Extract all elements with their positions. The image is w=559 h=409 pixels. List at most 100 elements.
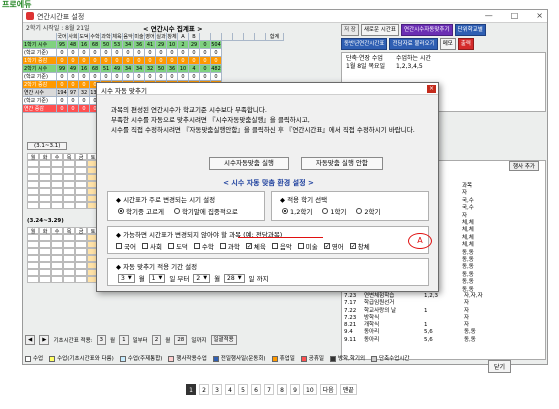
timetable-cell[interactable]	[63, 181, 75, 188]
timetable-cell[interactable]	[51, 269, 63, 276]
timetable-cell[interactable]	[51, 276, 63, 283]
radio-dot[interactable]	[282, 208, 288, 214]
subject-checkbox-item[interactable]: ✓ 체육	[245, 241, 266, 251]
timetable-cell[interactable]	[39, 160, 51, 167]
timetable-cell[interactable]	[51, 174, 63, 181]
page-next-button[interactable]: 다음	[319, 384, 337, 395]
timetable-cell[interactable]	[27, 174, 39, 181]
subject-checkbox-item[interactable]: 미술	[297, 241, 318, 251]
subject-checkbox-item[interactable]: 음악	[271, 241, 292, 251]
timetable-cell[interactable]	[51, 188, 63, 195]
page-2[interactable]: 2	[199, 384, 209, 395]
timetable-cell[interactable]	[51, 195, 63, 202]
timetable-cell[interactable]	[75, 181, 87, 188]
checkbox[interactable]	[297, 243, 304, 249]
from-week-select[interactable]: 1	[119, 335, 129, 345]
to-month-select[interactable]: 2	[151, 335, 162, 345]
page-3[interactable]: 3	[212, 384, 222, 395]
annual-auto-button[interactable]: 연간시수자동맞추기	[400, 24, 453, 36]
subject-checkbox-item[interactable]: 수학	[193, 241, 214, 251]
timetable-cell[interactable]	[39, 202, 51, 209]
timetable-cell[interactable]	[63, 202, 75, 209]
minimize-button[interactable]: —	[485, 11, 493, 20]
to-day-select[interactable]: 28	[174, 335, 188, 345]
page-last-button[interactable]: 맨끝	[339, 384, 357, 395]
radio-dot[interactable]	[118, 208, 124, 214]
close-button[interactable]: 닫기	[488, 360, 512, 373]
event-row[interactable]: 7.17 학급임원선거 자	[342, 300, 545, 307]
timetable-cell[interactable]	[75, 188, 87, 195]
timetable-cell[interactable]	[27, 241, 39, 248]
checkbox[interactable]: ✓	[349, 243, 356, 250]
week-range-1[interactable]: (3.1~3.1)	[27, 142, 68, 150]
timetable-cell[interactable]	[51, 255, 63, 262]
subject-checkbox-item[interactable]: ✓ 영어	[323, 241, 344, 251]
timetable-cell[interactable]	[75, 160, 87, 167]
subject-checkbox-item[interactable]: 과학	[219, 241, 240, 251]
timetable-cell[interactable]	[27, 202, 39, 209]
checkbox[interactable]: ✓	[323, 243, 330, 250]
timetable-cell[interactable]	[27, 255, 39, 262]
dialog-close-button[interactable]: ×	[427, 85, 436, 93]
timetable-cell[interactable]	[51, 160, 63, 167]
page-7[interactable]: 7	[264, 384, 274, 395]
subject-checkbox-item[interactable]: 사회	[141, 241, 162, 251]
timetable-cell[interactable]	[75, 276, 87, 283]
timetable-cell[interactable]	[27, 234, 39, 241]
from-day-dropdown[interactable]: 1 ▼	[148, 273, 166, 283]
timetable-cell[interactable]	[39, 269, 51, 276]
page-8[interactable]: 8	[277, 384, 287, 395]
timetable-cell[interactable]	[27, 167, 39, 174]
timetable-cell[interactable]	[51, 202, 63, 209]
timetable-cell[interactable]	[51, 167, 63, 174]
to-month-dropdown[interactable]: 2 ▼	[193, 273, 211, 283]
timetable-cell[interactable]	[39, 195, 51, 202]
timetable-cell[interactable]	[75, 195, 87, 202]
timetable-cell[interactable]	[63, 241, 75, 248]
timetable-cell[interactable]	[51, 234, 63, 241]
radio-semester-1[interactable]: 1학기	[322, 206, 346, 216]
page-4[interactable]: 4	[225, 384, 235, 395]
radio-dot[interactable]	[173, 208, 180, 214]
next-week-button[interactable]: ▶	[39, 335, 50, 345]
timetable-cell[interactable]	[27, 269, 39, 276]
radio-end-of-term[interactable]: 학기말에 집중적으로	[173, 206, 238, 216]
timetable-cell[interactable]	[39, 174, 51, 181]
load-data-button[interactable]: 전담자료 불러오기	[389, 38, 438, 50]
timetable-cell[interactable]	[39, 188, 51, 195]
per-unit-button[interactable]: 단위학교별	[454, 24, 486, 36]
event-row[interactable]: 9.11 동아리 5,6 동,동	[342, 337, 545, 344]
timetable-cell[interactable]	[75, 167, 87, 174]
timetable-cell[interactable]	[51, 262, 63, 269]
timetable-cell[interactable]	[39, 248, 51, 255]
apply-all-button[interactable]: 일괄적용	[210, 335, 237, 345]
from-month-select[interactable]: 3	[96, 335, 106, 345]
timetable-cell[interactable]	[27, 195, 39, 202]
checkbox[interactable]: ✓	[245, 243, 252, 250]
checkbox[interactable]	[116, 243, 122, 249]
memo-button[interactable]: 메모	[439, 38, 456, 50]
page-10[interactable]: 10	[303, 384, 317, 395]
timetable-cell[interactable]	[39, 262, 51, 269]
timetable-cell[interactable]	[75, 248, 87, 255]
checkbox[interactable]	[141, 243, 148, 249]
timetable-cell[interactable]	[63, 276, 75, 283]
subject-checkbox-item[interactable]: 도덕	[167, 241, 188, 251]
add-event-button[interactable]: 행사 추가	[509, 161, 539, 171]
print-button[interactable]: 출력	[457, 38, 474, 50]
radio-evenly[interactable]: 학기중 고르게	[118, 206, 164, 216]
from-month-dropdown[interactable]: 3 ▼	[118, 273, 135, 283]
timetable-cell[interactable]	[39, 234, 51, 241]
timetable-cell[interactable]	[75, 255, 87, 262]
checkbox[interactable]	[167, 243, 174, 249]
subject-checkbox-item[interactable]: ✓ 창체	[349, 241, 370, 251]
timetable-cell[interactable]	[27, 262, 39, 269]
timetable-cell[interactable]	[27, 160, 39, 167]
timetable-cell[interactable]	[75, 241, 87, 248]
timetable-cell[interactable]	[51, 241, 63, 248]
event-row[interactable]: 7.22 학교사랑의 날 1 자	[342, 308, 545, 315]
page-5[interactable]: 5	[238, 384, 248, 395]
page-6[interactable]: 6	[251, 384, 261, 395]
new-timetable-button[interactable]: 새로운 시간표	[360, 24, 399, 36]
checkbox[interactable]	[193, 243, 200, 249]
